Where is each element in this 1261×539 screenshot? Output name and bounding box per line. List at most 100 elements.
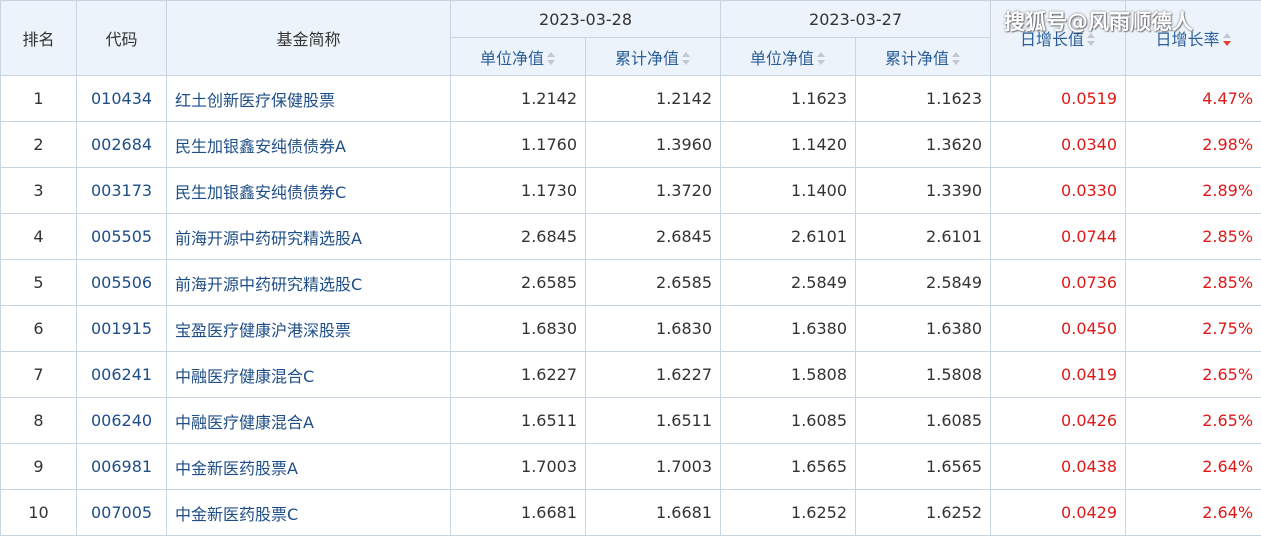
- table-row: 7 006241 中融医疗健康混合C 1.6227 1.6227 1.5808 …: [0, 351, 1261, 398]
- acc-nav-2-cell: 2.5849: [855, 259, 992, 306]
- header-acc-nav-2[interactable]: 累计净值: [855, 37, 992, 76]
- header-name: 基金简称: [166, 0, 451, 76]
- rank-cell: 5: [0, 259, 77, 306]
- unit-nav-1-cell: 1.6681: [450, 489, 586, 536]
- table-row: 6 001915 宝盈医疗健康沪港深股票 1.6830 1.6830 1.638…: [0, 305, 1261, 352]
- fund-ranking-table: 排名 代码 基金简称 2023-03-28 2023-03-27 日增长值 日增…: [0, 0, 1261, 536]
- daily-rate-cell: 2.85%: [1125, 213, 1261, 260]
- unit-nav-2-cell: 1.5808: [720, 351, 857, 398]
- header-unit-nav-1[interactable]: 单位净值: [450, 37, 586, 76]
- sort-icon[interactable]: [546, 51, 556, 66]
- daily-growth-cell: 0.0519: [990, 75, 1127, 122]
- sort-icon[interactable]: [816, 51, 826, 66]
- daily-rate-cell: 2.98%: [1125, 121, 1261, 168]
- header-acc-nav-1-label: 累计净值: [615, 48, 680, 68]
- fund-name-link[interactable]: 中融医疗健康混合A: [166, 397, 451, 444]
- table-body: 1 010434 红土创新医疗保健股票 1.2142 1.2142 1.1623…: [0, 75, 1261, 536]
- header-acc-nav-1[interactable]: 累计净值: [584, 37, 722, 76]
- daily-growth-cell: 0.0340: [990, 121, 1127, 168]
- table-row: 1 010434 红土创新医疗保健股票 1.2142 1.2142 1.1623…: [0, 75, 1261, 122]
- header-date-2: 2023-03-27: [720, 0, 992, 38]
- daily-rate-cell: 2.64%: [1125, 489, 1261, 536]
- daily-growth-cell: 0.0419: [990, 351, 1127, 398]
- table-row: 9 006981 中金新医药股票A 1.7003 1.7003 1.6565 1…: [0, 443, 1261, 490]
- daily-growth-cell: 0.0450: [990, 305, 1127, 352]
- unit-nav-2-cell: 2.6101: [720, 213, 857, 260]
- daily-rate-cell: 2.89%: [1125, 167, 1261, 214]
- fund-code-link[interactable]: 003173: [76, 167, 167, 214]
- acc-nav-1-cell: 1.6830: [584, 305, 722, 352]
- fund-name-link[interactable]: 前海开源中药研究精选股C: [166, 259, 451, 306]
- daily-growth-cell: 0.0429: [990, 489, 1127, 536]
- fund-name-link[interactable]: 红土创新医疗保健股票: [166, 75, 451, 122]
- acc-nav-2-cell: 1.6565: [855, 443, 992, 490]
- daily-rate-cell: 2.75%: [1125, 305, 1261, 352]
- acc-nav-1-cell: 1.6511: [584, 397, 722, 444]
- acc-nav-1-cell: 1.6227: [584, 351, 722, 398]
- fund-name-link[interactable]: 民生加银鑫安纯债债券C: [166, 167, 451, 214]
- daily-growth-cell: 0.0330: [990, 167, 1127, 214]
- fund-name-link[interactable]: 中融医疗健康混合C: [166, 351, 451, 398]
- rank-cell: 1: [0, 75, 77, 122]
- rank-cell: 6: [0, 305, 77, 352]
- table-row: 4 005505 前海开源中药研究精选股A 2.6845 2.6845 2.61…: [0, 213, 1261, 260]
- fund-code-link[interactable]: 010434: [76, 75, 167, 122]
- fund-code-link[interactable]: 006240: [76, 397, 167, 444]
- header-acc-nav-2-label: 累计净值: [885, 48, 950, 68]
- daily-rate-cell: 2.65%: [1125, 351, 1261, 398]
- acc-nav-2-cell: 1.6085: [855, 397, 992, 444]
- fund-name-link[interactable]: 中金新医药股票C: [166, 489, 451, 536]
- unit-nav-1-cell: 1.6830: [450, 305, 586, 352]
- fund-code-link[interactable]: 005505: [76, 213, 167, 260]
- header-unit-nav-1-label: 单位净值: [479, 48, 544, 68]
- sort-icon[interactable]: [681, 51, 691, 66]
- acc-nav-2-cell: 1.1623: [855, 75, 992, 122]
- header-unit-nav-2-label: 单位净值: [750, 48, 815, 68]
- table-row: 2 002684 民生加银鑫安纯债债券A 1.1760 1.3960 1.142…: [0, 121, 1261, 168]
- daily-growth-cell: 0.0426: [990, 397, 1127, 444]
- acc-nav-2-cell: 1.5808: [855, 351, 992, 398]
- unit-nav-1-cell: 2.6845: [450, 213, 586, 260]
- unit-nav-1-cell: 2.6585: [450, 259, 586, 306]
- sort-icon[interactable]: [951, 51, 961, 66]
- acc-nav-2-cell: 1.3390: [855, 167, 992, 214]
- rank-cell: 2: [0, 121, 77, 168]
- rank-cell: 3: [0, 167, 77, 214]
- daily-rate-cell: 2.85%: [1125, 259, 1261, 306]
- rank-cell: 8: [0, 397, 77, 444]
- unit-nav-2-cell: 1.6252: [720, 489, 857, 536]
- header-unit-nav-2[interactable]: 单位净值: [720, 37, 857, 76]
- fund-name-link[interactable]: 中金新医药股票A: [166, 443, 451, 490]
- header-code: 代码: [76, 0, 167, 76]
- daily-growth-cell: 0.0744: [990, 213, 1127, 260]
- fund-code-link[interactable]: 001915: [76, 305, 167, 352]
- acc-nav-2-cell: 2.6101: [855, 213, 992, 260]
- daily-rate-cell: 2.64%: [1125, 443, 1261, 490]
- fund-code-link[interactable]: 007005: [76, 489, 167, 536]
- acc-nav-2-cell: 1.6252: [855, 489, 992, 536]
- fund-name-link[interactable]: 前海开源中药研究精选股A: [166, 213, 451, 260]
- unit-nav-1-cell: 1.1730: [450, 167, 586, 214]
- acc-nav-1-cell: 2.6845: [584, 213, 722, 260]
- unit-nav-1-cell: 1.6227: [450, 351, 586, 398]
- watermark-text: 搜狐号@风雨顺德人: [1004, 10, 1193, 34]
- unit-nav-2-cell: 2.5849: [720, 259, 857, 306]
- fund-code-link[interactable]: 002684: [76, 121, 167, 168]
- table-row: 3 003173 民生加银鑫安纯债债券C 1.1730 1.3720 1.140…: [0, 167, 1261, 214]
- rank-cell: 7: [0, 351, 77, 398]
- fund-code-link[interactable]: 006241: [76, 351, 167, 398]
- daily-rate-cell: 2.65%: [1125, 397, 1261, 444]
- table-row: 8 006240 中融医疗健康混合A 1.6511 1.6511 1.6085 …: [0, 397, 1261, 444]
- acc-nav-2-cell: 1.6380: [855, 305, 992, 352]
- header-rank: 排名: [0, 0, 77, 76]
- fund-name-link[interactable]: 宝盈医疗健康沪港深股票: [166, 305, 451, 352]
- unit-nav-2-cell: 1.1400: [720, 167, 857, 214]
- fund-code-link[interactable]: 006981: [76, 443, 167, 490]
- fund-code-link[interactable]: 005506: [76, 259, 167, 306]
- rank-cell: 4: [0, 213, 77, 260]
- unit-nav-2-cell: 1.6380: [720, 305, 857, 352]
- fund-name-link[interactable]: 民生加银鑫安纯债债券A: [166, 121, 451, 168]
- sort-desc-icon[interactable]: [1222, 33, 1232, 47]
- daily-growth-cell: 0.0736: [990, 259, 1127, 306]
- acc-nav-1-cell: 1.3960: [584, 121, 722, 168]
